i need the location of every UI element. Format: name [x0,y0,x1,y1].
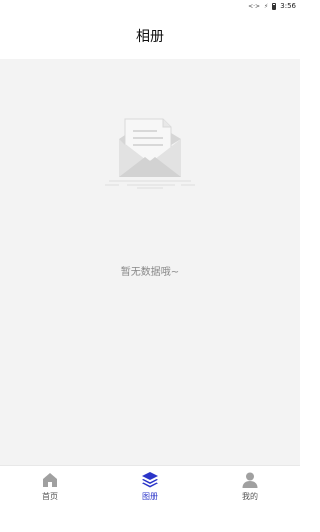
tab-profile[interactable]: 我的 [200,466,300,532]
tab-album-label: 图册 [142,492,158,501]
empty-message: 暂无数据哦~ [120,267,180,278]
status-time: 3:56 [280,2,296,10]
wifi-icon: ⚡ [264,2,269,10]
bottom-tab-bar: 首页 图册 我的 [0,465,300,532]
code-icon: <·> [248,2,261,10]
empty-mail-icon [105,118,195,189]
battery-icon [272,2,277,10]
home-icon [43,473,57,487]
page-header: 相册 [0,12,300,59]
page-title: 相册 [136,28,164,45]
tab-home[interactable]: 首页 [0,466,100,532]
tab-profile-label: 我的 [242,492,258,501]
tab-home-label: 首页 [42,492,58,501]
content-area: 暂无数据哦~ [0,59,300,465]
tab-album[interactable]: 图册 [100,466,200,532]
user-icon [242,472,258,488]
status-bar: <·> ⚡ 3:56 [0,0,300,12]
layers-icon [142,472,158,488]
